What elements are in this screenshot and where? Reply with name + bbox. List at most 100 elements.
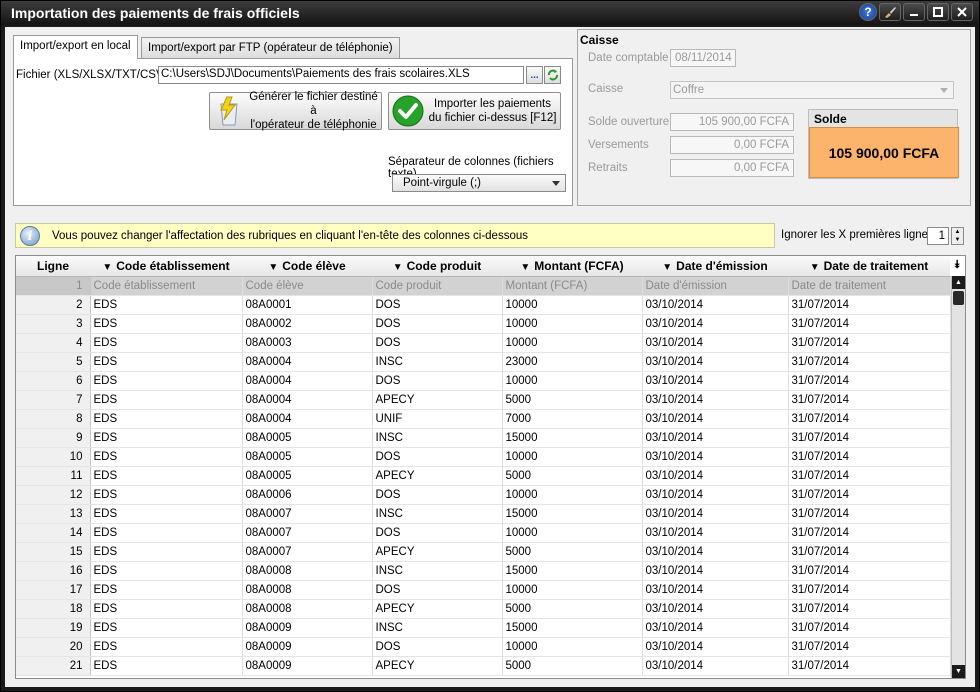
table-cell: 03/10/2014 bbox=[642, 390, 789, 410]
browse-button[interactable]: ... bbox=[526, 66, 543, 84]
header-row: Ligne ▼ Code établissement ▼ Code élève ▼ C… bbox=[16, 256, 950, 277]
table-cell: 03/10/2014 bbox=[642, 314, 789, 334]
help-icon[interactable]: ? bbox=[859, 3, 877, 21]
table-row[interactable]: 15 EDS 08A0007 APECY 5000 03/10/2014 31/07/201… bbox=[16, 542, 951, 562]
table-row[interactable]: 11 EDS 08A0005 APECY 5000 03/10/2014 31/07/201… bbox=[16, 466, 951, 486]
table-cell: 08A0004 bbox=[242, 371, 373, 391]
tab-local[interactable]: Import/export en local bbox=[13, 35, 138, 59]
chevron-down-icon bbox=[940, 88, 948, 93]
table-cell: 03/10/2014 bbox=[642, 618, 789, 638]
table-cell: 31/07/2014 bbox=[788, 447, 951, 467]
table-row[interactable]: 12 EDS 08A0006 DOS 10000 03/10/2014 31/07/2014 bbox=[16, 485, 951, 505]
import-table: Ligne ▼ Code établissement ▼ Code élève ▼ C… bbox=[16, 256, 951, 676]
lightning-file-icon bbox=[212, 94, 246, 128]
col-header-code-eleve[interactable]: ▼ Code élève bbox=[242, 256, 372, 277]
table-cell: 08A0004 bbox=[242, 390, 373, 410]
table-cell: EDS bbox=[90, 371, 243, 391]
ignore-lines-stepper[interactable]: ▲ ▼ bbox=[951, 227, 964, 245]
close-icon[interactable] bbox=[951, 3, 973, 21]
table-cell: EDS bbox=[90, 504, 243, 524]
scroll-up-icon[interactable]: ▲ bbox=[952, 276, 965, 289]
col-header-label: Date de traitement bbox=[823, 258, 929, 273]
refresh-icon[interactable] bbox=[544, 66, 561, 84]
row-number-cell: 9 bbox=[16, 428, 91, 448]
col-header-code-etablissement[interactable]: ▼ Code établissement bbox=[90, 256, 242, 277]
table-cell: Code établissement bbox=[90, 276, 243, 296]
col-header-montant[interactable]: ▼ Montant (FCFA) bbox=[502, 256, 642, 277]
spin-up-icon[interactable]: ▲ bbox=[952, 228, 963, 236]
table-cell: 15000 bbox=[502, 504, 643, 524]
table-row[interactable]: 6 EDS 08A0004 DOS 10000 03/10/2014 31/07/2014 bbox=[16, 371, 951, 391]
table-cell: EDS bbox=[90, 637, 243, 657]
row-number-cell: 20 bbox=[16, 637, 91, 657]
table-row[interactable]: 13 EDS 08A0007 INSC 15000 03/10/2014 31/07/201… bbox=[16, 504, 951, 524]
col-header-label: Ligne bbox=[37, 258, 69, 273]
tab-panel-local: Fichier (XLS/XLSX/TXT/CSV) C:\Users\SDJ\… bbox=[13, 58, 573, 206]
table-row[interactable]: 16 EDS 08A0008 INSC 15000 03/10/2014 31/07/201… bbox=[16, 561, 951, 581]
table-row[interactable]: 14 EDS 08A0007 DOS 10000 03/10/2014 31/07/2014 bbox=[16, 523, 951, 543]
generate-file-button[interactable]: Générer le fichier destiné à l'opérateur… bbox=[209, 91, 382, 131]
table-row[interactable]: 9 EDS 08A0005 INSC 15000 03/10/2014 31/07/2014 bbox=[16, 428, 951, 448]
scroll-thumb[interactable] bbox=[953, 291, 964, 305]
table-row[interactable]: 20 EDS 08A0009 DOS 10000 03/10/2014 31/07/2014 bbox=[16, 637, 951, 657]
row-number-cell: 4 bbox=[16, 333, 91, 353]
table-cell: 10000 bbox=[502, 314, 643, 334]
client-area: Import/export en local Import/export par… bbox=[5, 27, 975, 687]
table-cell: 03/10/2014 bbox=[642, 447, 789, 467]
table-row[interactable]: 18 EDS 08A0008 APECY 5000 03/10/2014 31/07/201… bbox=[16, 599, 951, 619]
table-cell: DOS bbox=[372, 371, 503, 391]
table-row[interactable]: 8 EDS 08A0004 UNIF 7000 03/10/2014 31/07/2014 bbox=[16, 409, 951, 429]
table-cell: 03/10/2014 bbox=[642, 409, 789, 429]
table-cell: 5000 bbox=[502, 466, 643, 486]
table-cell: Date d'émission bbox=[642, 276, 789, 296]
ignore-lines-input[interactable]: 1 bbox=[927, 227, 949, 245]
table-cell: 03/10/2014 bbox=[642, 352, 789, 372]
table-cell: 31/07/2014 bbox=[788, 599, 951, 619]
row-number-cell: 3 bbox=[16, 314, 91, 334]
brush-icon[interactable] bbox=[879, 3, 901, 21]
row-number-cell: 1 bbox=[16, 276, 91, 296]
column-menu-icon[interactable]: ⯯ bbox=[954, 259, 961, 272]
vertical-scrollbar[interactable]: ▲ ▼ bbox=[951, 276, 965, 678]
ignore-lines-label: Ignorer les X premières lignes bbox=[781, 229, 934, 241]
table-cell: 08A0003 bbox=[242, 333, 373, 353]
import-payments-button[interactable]: Importer les paiements du fichier ci-des… bbox=[388, 92, 561, 130]
minimize-icon[interactable] bbox=[903, 3, 925, 21]
col-header-label: Date d'émission bbox=[676, 258, 768, 273]
table-cell: INSC bbox=[372, 504, 503, 524]
separator-select[interactable]: Point-virgule (;) bbox=[392, 174, 566, 192]
table-row[interactable]: 4 EDS 08A0003 DOS 10000 03/10/2014 31/07/2014 bbox=[16, 333, 951, 353]
versements-label: Versements bbox=[588, 139, 649, 151]
table-row[interactable]: 2 EDS 08A0001 DOS 10000 03/10/2014 31/07/2014 bbox=[16, 295, 951, 315]
table-cell: 31/07/2014 bbox=[788, 485, 951, 505]
table-row[interactable]: 19 EDS 08A0009 INSC 15000 03/10/2014 31/07/201… bbox=[16, 618, 951, 638]
col-header-label: Code établissement bbox=[116, 258, 230, 273]
col-header-code-produit[interactable]: ▼ Code produit bbox=[372, 256, 502, 277]
row-number-cell: 18 bbox=[16, 599, 91, 619]
table-row[interactable]: 21 EDS 08A0009 APECY 5000 03/10/2014 31/07/201… bbox=[16, 656, 951, 676]
table-row[interactable]: 10 EDS 08A0005 DOS 10000 03/10/2014 31/07/2014 bbox=[16, 447, 951, 467]
retraits-field: 0,00 FCFA bbox=[670, 159, 794, 177]
col-header-date-traitement[interactable]: ▼ Date de traitement bbox=[788, 256, 950, 277]
caret-down-icon: ▼ bbox=[102, 261, 113, 273]
table-row[interactable]: 17 EDS 08A0008 DOS 10000 03/10/2014 31/07/2014 bbox=[16, 580, 951, 600]
table-cell: UNIF bbox=[372, 409, 503, 429]
table-header-data-row[interactable]: 1 Code établissement Code élève Code produi… bbox=[16, 276, 951, 296]
table-cell: EDS bbox=[90, 561, 243, 581]
file-path-input[interactable]: C:\Users\SDJ\Documents\Paiements des fra… bbox=[158, 66, 524, 84]
table-cell: 08A0005 bbox=[242, 428, 373, 448]
table-cell: 03/10/2014 bbox=[642, 656, 789, 676]
scroll-down-icon[interactable]: ▼ bbox=[952, 665, 965, 678]
caisse-value: Coffre bbox=[673, 84, 705, 96]
table-cell: 31/07/2014 bbox=[788, 409, 951, 429]
table-row[interactable]: 5 EDS 08A0004 INSC 23000 03/10/2014 31/07/2014 bbox=[16, 352, 951, 372]
table-cell: 03/10/2014 bbox=[642, 371, 789, 391]
maximize-icon[interactable] bbox=[927, 3, 949, 21]
spin-down-icon[interactable]: ▼ bbox=[952, 236, 963, 244]
col-header-date-emission[interactable]: ▼ Date d'émission bbox=[642, 256, 788, 277]
table-row[interactable]: 3 EDS 08A0002 DOS 10000 03/10/2014 31/07/2014 bbox=[16, 314, 951, 334]
table-cell: 31/07/2014 bbox=[788, 618, 951, 638]
table-row[interactable]: 7 EDS 08A0004 APECY 5000 03/10/2014 31/07/2014 bbox=[16, 390, 951, 410]
table-cell: 5000 bbox=[502, 656, 643, 676]
tab-ftp[interactable]: Import/export par FTP (opérateur de télé… bbox=[141, 37, 400, 59]
